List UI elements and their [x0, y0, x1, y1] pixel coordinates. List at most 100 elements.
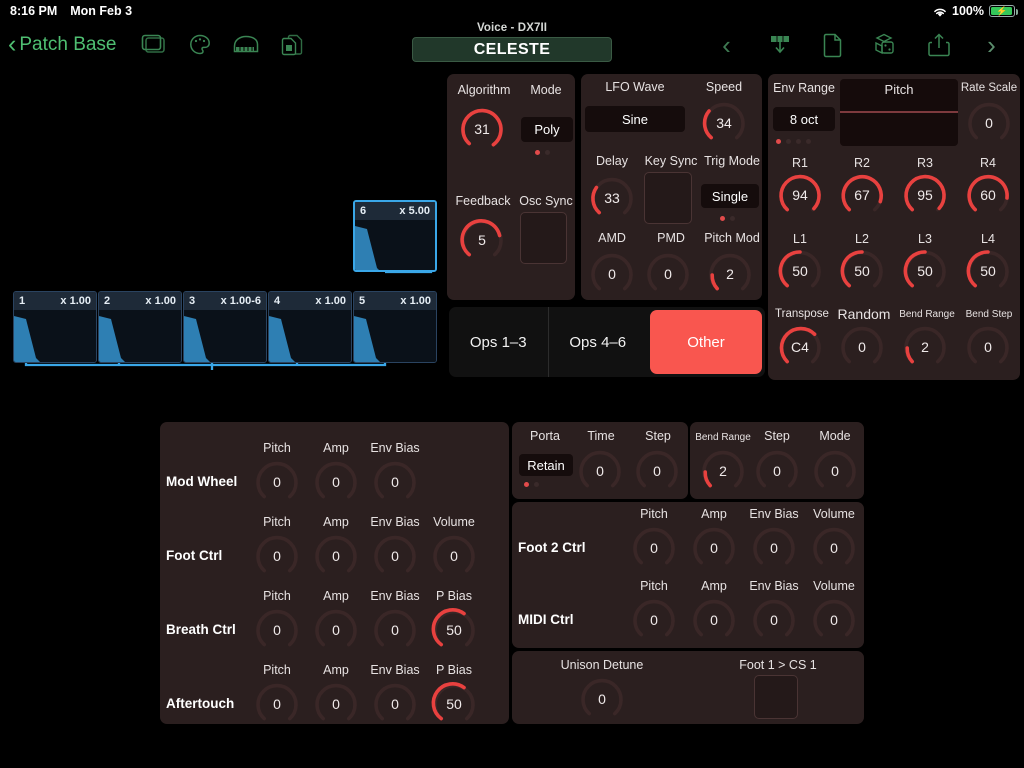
- controller-param-knob[interactable]: 0: [312, 458, 360, 506]
- nav-right-group: ‹ ›: [700, 22, 1018, 68]
- documents-icon[interactable]: [269, 25, 315, 65]
- controller-right-param-knob[interactable]: 0: [690, 596, 738, 644]
- operator-box-3[interactable]: 3 x 1.00-6: [183, 291, 267, 363]
- operator-envelope-graph[interactable]: [14, 310, 96, 362]
- chevron-left-icon[interactable]: ‹: [700, 25, 753, 65]
- amd-knob[interactable]: 0: [588, 250, 636, 298]
- controller-right-param-knob[interactable]: 0: [750, 524, 798, 572]
- controller-param-knob[interactable]: 0: [371, 458, 419, 506]
- feedback-knob[interactable]: 5: [458, 216, 506, 264]
- operator-envelope-graph[interactable]: [354, 310, 436, 362]
- lfo-speed-knob[interactable]: 34: [700, 99, 748, 147]
- operator-box-2[interactable]: 2 x 1.00: [98, 291, 182, 363]
- controller-param-knob[interactable]: 0: [312, 532, 360, 580]
- controller-param-knob[interactable]: 0: [253, 532, 301, 580]
- tab-other[interactable]: Other: [650, 310, 762, 374]
- controller-param-value: 0: [332, 696, 340, 712]
- r3-knob[interactable]: 95: [901, 171, 949, 219]
- bend-panel-step-knob[interactable]: 0: [753, 447, 801, 495]
- env-range-select[interactable]: 8 oct: [773, 107, 835, 131]
- bend-panel-mode-knob[interactable]: 0: [811, 447, 859, 495]
- unison-detune-knob[interactable]: 0: [578, 675, 626, 723]
- lfo-speed-label: Speed: [705, 80, 743, 94]
- controller-param-knob[interactable]: 0: [312, 680, 360, 728]
- file-icon[interactable]: [806, 25, 859, 65]
- controller-param-knob[interactable]: 0: [371, 532, 419, 580]
- lfo-wave-label: LFO Wave: [605, 80, 665, 94]
- porta-dots: [524, 482, 539, 487]
- operator-box-1[interactable]: 1 x 1.00: [13, 291, 97, 363]
- palette-icon[interactable]: [177, 25, 223, 65]
- operator-box-5[interactable]: 5 x 1.00: [353, 291, 437, 363]
- piano-icon[interactable]: [223, 25, 269, 65]
- app-root: 8:16 PM Mon Feb 3 100% ⚡ ‹ Patch Base Vo…: [0, 0, 1024, 768]
- algorithm-knob[interactable]: 31: [458, 105, 506, 153]
- bend-step-knob[interactable]: 0: [964, 323, 1012, 371]
- controller-param-value: 0: [332, 548, 340, 564]
- download-icon[interactable]: [753, 25, 806, 65]
- bend-range-knob[interactable]: 2: [901, 323, 949, 371]
- trig-mode-select[interactable]: Single: [701, 184, 759, 208]
- transpose-label: Transpose: [775, 308, 829, 320]
- back-button[interactable]: ‹ Patch Base: [8, 31, 131, 57]
- pitch-mod-label: Pitch Mod: [704, 231, 760, 245]
- controller-right-param-knob[interactable]: 0: [630, 524, 678, 572]
- operator-number: 2: [104, 295, 111, 307]
- controller-param-knob[interactable]: 0: [430, 532, 478, 580]
- mode-select[interactable]: Poly: [521, 117, 573, 142]
- controller-param-knob[interactable]: 0: [253, 458, 301, 506]
- controller-right-param-knob[interactable]: 0: [630, 596, 678, 644]
- controller-right-param-knob[interactable]: 0: [690, 524, 738, 572]
- controller-param-knob[interactable]: 50: [430, 680, 478, 728]
- pitch-envelope-display[interactable]: Pitch: [840, 79, 958, 146]
- operator-envelope-graph[interactable]: [184, 310, 266, 362]
- operator-envelope-graph[interactable]: [355, 220, 435, 270]
- key-sync-toggle[interactable]: [644, 172, 692, 224]
- controller-param-knob[interactable]: 0: [371, 680, 419, 728]
- operator-envelope-graph[interactable]: [99, 310, 181, 362]
- r1-knob[interactable]: 94: [776, 171, 824, 219]
- controller-right-param-knob[interactable]: 0: [810, 596, 858, 644]
- tab-ops-4-6[interactable]: Ops 4–6: [547, 307, 648, 377]
- operator-box-4[interactable]: 4 x 1.00: [268, 291, 352, 363]
- foot-cs-toggle[interactable]: [754, 675, 798, 719]
- porta-time-knob[interactable]: 0: [576, 447, 624, 495]
- tab-ops-1-3[interactable]: Ops 1–3: [449, 307, 548, 377]
- controller-param-knob[interactable]: 0: [371, 606, 419, 654]
- lfo-wave-select[interactable]: Sine: [585, 106, 685, 132]
- controller-param-knob[interactable]: 0: [253, 606, 301, 654]
- transpose-knob[interactable]: C4: [776, 323, 824, 371]
- pitch-mod-knob[interactable]: 2: [706, 250, 754, 298]
- window-icon[interactable]: [131, 25, 177, 65]
- controller-right-param-knob[interactable]: 0: [810, 524, 858, 572]
- controller-param-label: Env Bias: [370, 441, 420, 455]
- osc-sync-toggle[interactable]: [520, 212, 567, 264]
- l4-knob[interactable]: 50: [964, 247, 1012, 295]
- l3-knob[interactable]: 50: [901, 247, 949, 295]
- share-icon[interactable]: [912, 25, 965, 65]
- dice-icon[interactable]: [859, 25, 912, 65]
- controller-param-knob[interactable]: 0: [253, 680, 301, 728]
- battery-charging-icon: ⚡: [989, 5, 1018, 17]
- operator-envelope-graph[interactable]: [269, 310, 351, 362]
- r4-knob[interactable]: 60: [964, 171, 1012, 219]
- rate-scale-knob[interactable]: 0: [965, 99, 1013, 147]
- controller-param-knob[interactable]: 50: [430, 606, 478, 654]
- controller-param-knob[interactable]: 0: [312, 606, 360, 654]
- operator-box-6[interactable]: 6 x 5.00: [353, 200, 437, 272]
- porta-step-knob[interactable]: 0: [633, 447, 681, 495]
- l2-label: L2: [855, 232, 869, 246]
- bend-panel-range-knob[interactable]: 2: [699, 447, 747, 495]
- l1-knob[interactable]: 50: [776, 247, 824, 295]
- r2-knob[interactable]: 67: [838, 171, 886, 219]
- l2-knob[interactable]: 50: [838, 247, 886, 295]
- controller-right-param-knob[interactable]: 0: [750, 596, 798, 644]
- algorithm-label: Algorithm: [457, 83, 511, 97]
- voice-name-field[interactable]: CELESTE: [412, 37, 612, 62]
- pmd-knob[interactable]: 0: [644, 250, 692, 298]
- lfo-delay-knob[interactable]: 33: [588, 174, 636, 222]
- random-knob[interactable]: 0: [838, 323, 886, 371]
- chevron-right-icon[interactable]: ›: [965, 25, 1018, 65]
- nav-left-group: ‹ Patch Base: [8, 22, 315, 68]
- porta-mode-select[interactable]: Retain: [519, 454, 573, 476]
